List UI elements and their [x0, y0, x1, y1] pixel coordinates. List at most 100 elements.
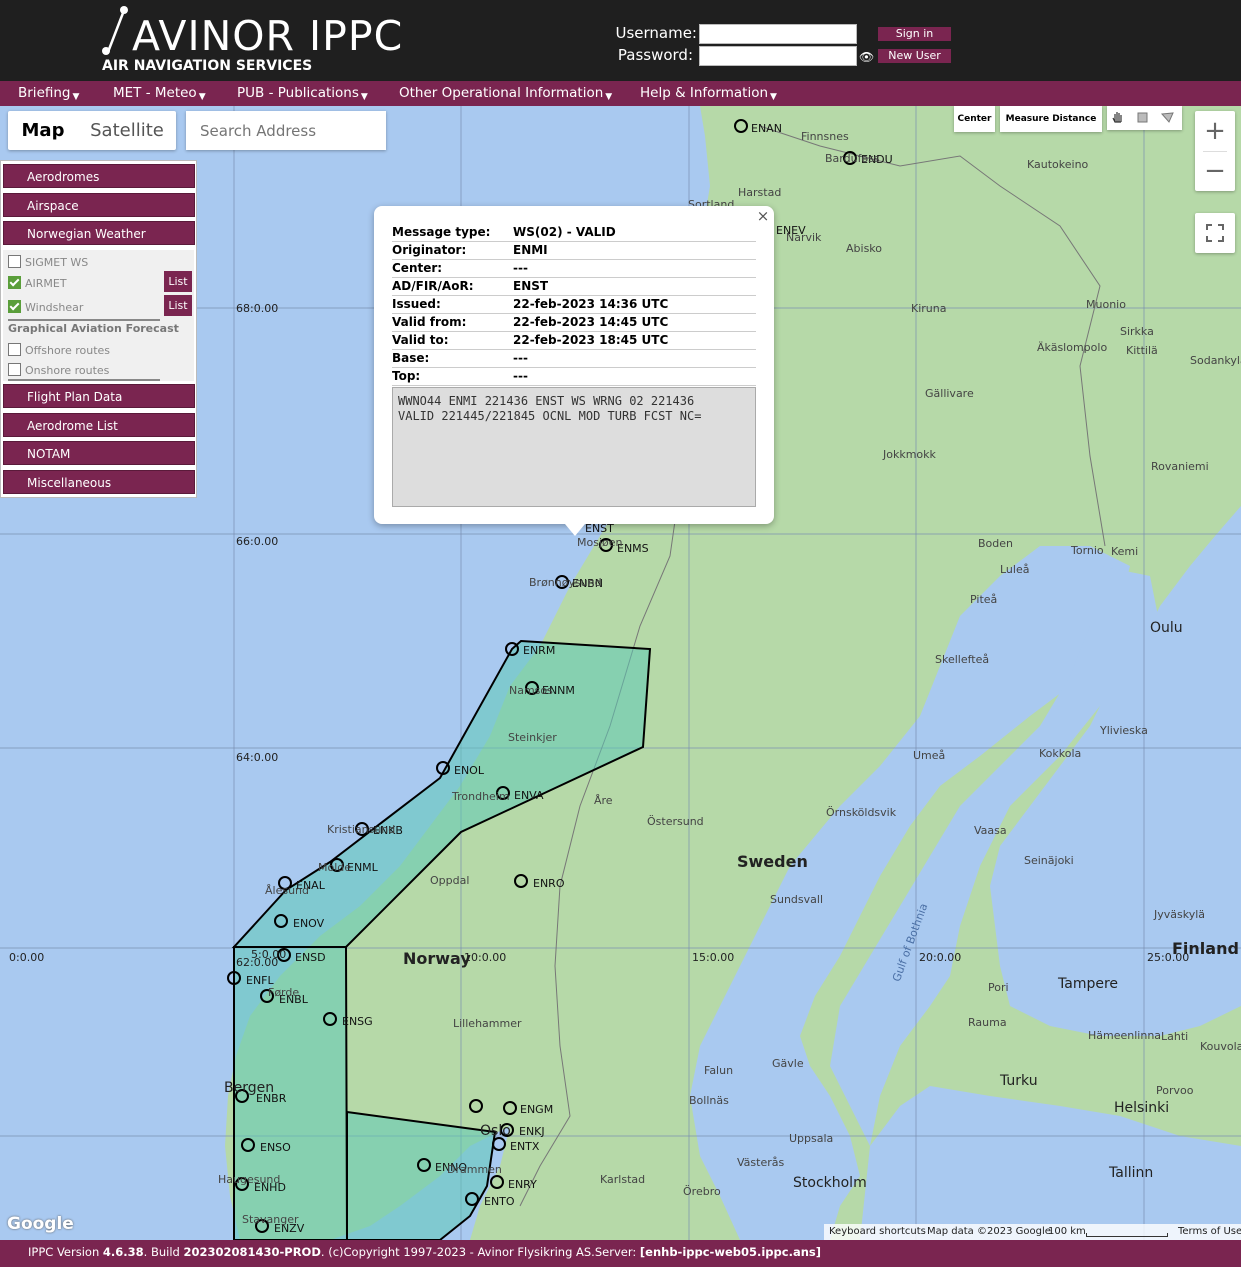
- place-town: Haugesund: [218, 1173, 281, 1186]
- grid-label-lat: 64:0.00: [236, 751, 279, 764]
- aerodrome-label: ENOV: [293, 917, 325, 930]
- aerodrome-label: ENSD: [295, 951, 326, 964]
- windshear-row[interactable]: Windshear: [8, 300, 83, 314]
- place-town: Sirkka: [1120, 325, 1154, 338]
- popup-message-text[interactable]: WWNO44 ENMI 221436 ENST WS WRNG 02 22143…: [392, 387, 756, 507]
- place-town: Lahti: [1161, 1030, 1189, 1043]
- google-logo[interactable]: Google: [7, 1214, 74, 1234]
- place-town: Harstad: [738, 186, 782, 199]
- windshear-checkbox[interactable]: [8, 300, 21, 313]
- popup-key: Center:: [392, 261, 443, 275]
- menu-notam[interactable]: NOTAM: [3, 441, 195, 465]
- scale-label[interactable]: 100 km: [1048, 1226, 1086, 1237]
- map-type-satellite-button[interactable]: Satellite: [78, 111, 176, 150]
- place-city: Bergen: [224, 1080, 275, 1096]
- popup-row: AD/FIR/AoR: ENST: [392, 278, 756, 296]
- eye-icon[interactable]: 👁: [859, 50, 874, 64]
- aerodrome-label: ENRY: [508, 1178, 537, 1191]
- offshore-row[interactable]: Offshore routes: [8, 343, 110, 357]
- place-city: Oulu: [1150, 620, 1183, 636]
- avinor-logo[interactable]: AVINOR IPPC AIR NAVIGATION SERVICES: [100, 4, 410, 78]
- place-town: Pori: [988, 981, 1009, 994]
- footer-text: IPPC Version 4.6.38. Build 202302081430-…: [28, 1245, 821, 1259]
- menu-airspace[interactable]: Airspace: [3, 193, 195, 217]
- rectangle-icon[interactable]: [1137, 112, 1148, 123]
- popup-value: 22-feb-2023 14:45 UTC: [513, 315, 669, 329]
- nav-briefing[interactable]: Briefing ▼: [18, 85, 79, 102]
- menu-aerodrome-list[interactable]: Aerodrome List: [3, 413, 195, 437]
- aerodrome-label: ENSG: [342, 1015, 373, 1028]
- offshore-label: Offshore routes: [25, 344, 111, 357]
- windshear-list-button[interactable]: List: [164, 295, 192, 316]
- place-town: Kemi: [1111, 545, 1139, 558]
- place-country: Sweden: [737, 852, 808, 871]
- place-town: Drammen: [447, 1163, 502, 1176]
- sigmet-ws-row[interactable]: SIGMET WS: [8, 255, 88, 269]
- zoom-out-button[interactable]: −: [1195, 151, 1235, 191]
- nav-met[interactable]: MET - Meteo ▼: [113, 85, 206, 102]
- place-country: Norway: [403, 949, 471, 968]
- fullscreen-button[interactable]: [1195, 213, 1235, 253]
- popup-row: Top: ---: [392, 368, 756, 386]
- caret-down-icon: ▼: [605, 92, 613, 102]
- username-label: Username:: [615, 24, 697, 42]
- onshore-checkbox[interactable]: [8, 363, 21, 376]
- center-button[interactable]: Center: [954, 106, 995, 132]
- nav-help[interactable]: Help & Information ▼: [640, 85, 777, 102]
- zoom-in-button[interactable]: +: [1195, 111, 1235, 151]
- popup-key: Base:: [392, 351, 430, 365]
- place-town: Mosjøen: [577, 536, 623, 549]
- close-icon[interactable]: ×: [752, 206, 774, 226]
- place-town: Stavanger: [242, 1213, 299, 1226]
- nav-other[interactable]: Other Operational Information ▼: [399, 85, 612, 102]
- keyboard-shortcuts-link[interactable]: Keyboard shortcuts: [829, 1226, 926, 1237]
- nav-briefing-label: Briefing: [18, 85, 71, 101]
- place-town: Örnsköldsvik: [826, 806, 897, 819]
- onshore-label: Onshore routes: [25, 364, 110, 377]
- menu-flight-plan[interactable]: Flight Plan Data: [3, 384, 195, 408]
- password-input[interactable]: [699, 46, 857, 66]
- menu-norwegian-weather[interactable]: Norwegian Weather: [3, 221, 195, 245]
- nav-other-label: Other Operational Information: [399, 85, 604, 101]
- search-address-input[interactable]: [186, 111, 386, 150]
- nav-met-label: MET - Meteo: [113, 85, 197, 101]
- new-user-button[interactable]: New User: [878, 49, 951, 63]
- airmet-polygon-oslo[interactable]: [346, 1110, 497, 1240]
- measure-distance-button[interactable]: Measure Distance: [1000, 106, 1102, 132]
- place-town: Vaasa: [974, 824, 1007, 837]
- airmet-checkbox[interactable]: [8, 276, 21, 289]
- grid-label-lat: 66:0.00: [236, 535, 279, 548]
- windshear-label: Windshear: [25, 301, 84, 314]
- place-town: Västerås: [737, 1156, 785, 1169]
- place-town: Östersund: [647, 815, 704, 828]
- airmet-row[interactable]: AIRMET: [8, 276, 67, 290]
- place-town: Örebro: [683, 1185, 721, 1198]
- place-city: Tallinn: [1109, 1165, 1154, 1181]
- terms-link[interactable]: Terms of Use: [1178, 1226, 1241, 1237]
- caret-down-icon: ▼: [72, 92, 80, 102]
- offshore-checkbox[interactable]: [8, 343, 21, 356]
- airmet-list-button[interactable]: List: [164, 271, 192, 292]
- username-input[interactable]: [699, 24, 857, 44]
- place-town: Bardufoss: [825, 152, 880, 165]
- nav-pub[interactable]: PUB - Publications ▼: [237, 85, 368, 102]
- map-type-map-button[interactable]: Map: [8, 111, 78, 150]
- menu-aerodromes[interactable]: Aerodromes: [3, 164, 195, 188]
- popup-key: Valid to:: [392, 333, 449, 347]
- sigmet-ws-label: SIGMET WS: [25, 256, 89, 269]
- onshore-row[interactable]: Onshore routes: [8, 363, 109, 377]
- airmet-label: AIRMET: [25, 277, 67, 290]
- scale-bar: [1086, 1233, 1168, 1237]
- place-country: Finland: [1172, 939, 1239, 958]
- place-city: Tampere: [1058, 976, 1119, 992]
- place-city: Helsinki: [1114, 1100, 1170, 1116]
- aerodrome-label: ENSO: [260, 1141, 291, 1154]
- footer-build-prefix: . Build: [143, 1245, 184, 1259]
- sigmet-ws-checkbox[interactable]: [8, 255, 21, 268]
- main-nav: Briefing ▼ MET - Meteo ▼ PUB - Publication…: [0, 81, 1241, 106]
- polygon-icon[interactable]: [1160, 112, 1174, 123]
- hand-icon[interactable]: [1112, 112, 1122, 123]
- place-town: Namsos: [509, 684, 553, 697]
- menu-miscellaneous[interactable]: Miscellaneous: [3, 470, 195, 494]
- sign-in-button[interactable]: Sign in: [878, 27, 951, 41]
